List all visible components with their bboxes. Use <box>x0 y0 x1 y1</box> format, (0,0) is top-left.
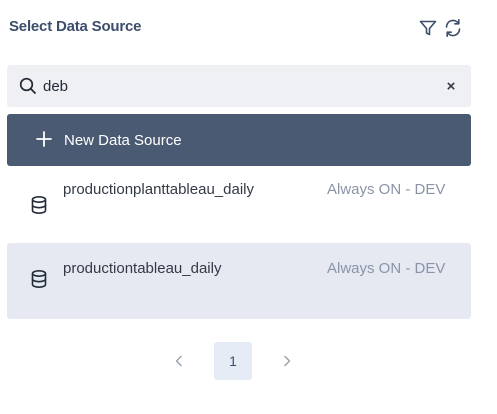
search-icon <box>19 77 36 94</box>
filter-button[interactable] <box>415 14 441 42</box>
panel-header: Select Data Source <box>9 14 489 44</box>
data-source-env: Always ON - DEV <box>327 260 446 277</box>
filter-icon <box>419 20 437 36</box>
chevron-left-icon <box>175 355 182 367</box>
search-input[interactable] <box>43 73 423 99</box>
data-source-item[interactable]: productionplanttableau_daily Always ON -… <box>7 169 471 245</box>
data-source-name: productiontableau_daily <box>63 260 222 277</box>
pagination: 1 <box>0 342 497 380</box>
refresh-button[interactable] <box>440 14 466 42</box>
new-data-source-button[interactable]: New Data Source <box>7 114 471 166</box>
refresh-icon <box>445 19 461 37</box>
search-box: × <box>7 65 471 107</box>
data-source-item-selected[interactable]: productiontableau_daily Always ON - DEV <box>7 243 471 319</box>
new-data-source-label: New Data Source <box>64 132 182 149</box>
data-source-env: Always ON - DEV <box>327 181 446 198</box>
next-page-button[interactable] <box>268 342 306 380</box>
page-number-current[interactable]: 1 <box>214 342 252 380</box>
previous-page-button[interactable] <box>160 342 198 380</box>
database-icon <box>31 195 47 214</box>
plus-icon <box>36 131 52 147</box>
clear-search-button[interactable]: × <box>441 76 461 96</box>
chevron-right-icon <box>284 355 291 367</box>
database-icon <box>31 269 47 288</box>
panel-title: Select Data Source <box>9 18 142 35</box>
data-source-name: productionplanttableau_daily <box>63 181 254 198</box>
